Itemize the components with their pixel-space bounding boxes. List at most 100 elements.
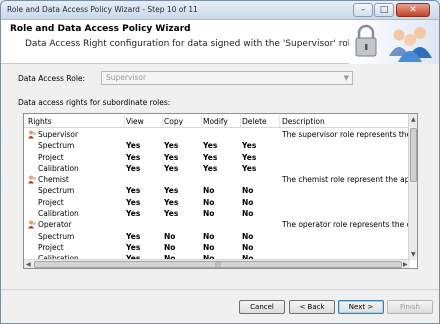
view-value: Yes — [126, 242, 141, 252]
role-icon — [28, 175, 37, 184]
chevron-down-icon: ▼ — [343, 74, 349, 82]
vertical-scroll-thumb[interactable] — [410, 128, 417, 182]
access-rights-label: Data access rights for subordinate roles… — [18, 98, 171, 107]
vertical-scrollbar[interactable]: ▲ ▼ — [408, 114, 417, 260]
column-header-modify[interactable]: Modify — [203, 117, 241, 126]
table-row[interactable]: Calibration Yes Yes Yes Yes — [24, 163, 410, 174]
role-select-value: Supervisor — [106, 73, 147, 82]
header-art — [349, 20, 439, 64]
wizard-window: Role and Data Access Policy Wizard - Ste… — [0, 0, 440, 324]
grid-rows: Supervisor The supervisor role represents… — [24, 129, 410, 265]
data-access-role-select[interactable]: Supervisor ▼ — [101, 71, 353, 85]
view-value: Yes — [126, 209, 141, 219]
table-row[interactable]: Spectrum Yes No No No — [24, 231, 410, 242]
header-icons — [355, 24, 432, 62]
delete-value: Yes — [242, 152, 257, 162]
padlock-icon — [355, 24, 377, 57]
next-button[interactable]: Next > — [338, 300, 384, 314]
right-name: Calibration — [38, 163, 79, 173]
cancel-button[interactable]: Cancel — [239, 300, 285, 314]
scroll-down-icon[interactable]: ▼ — [411, 251, 416, 258]
table-row[interactable]: Calibration Yes Yes No No — [24, 208, 410, 219]
role-icon — [28, 220, 37, 229]
view-value: Yes — [126, 231, 141, 241]
modify-value: No — [203, 231, 215, 241]
role-description: The supervisor role represents the super… — [282, 130, 408, 139]
copy-value: Yes — [164, 209, 179, 219]
users-icon — [389, 27, 432, 62]
role-name-cell: Supervisor — [28, 130, 124, 139]
role-name: Supervisor — [38, 130, 79, 139]
role-icon — [28, 130, 37, 139]
delete-value: Yes — [242, 141, 257, 151]
horizontal-scroll-thumb[interactable]: ||| — [34, 261, 402, 268]
table-row[interactable]: Project Yes No No No — [24, 242, 410, 253]
delete-value: No — [242, 231, 254, 241]
finish-button[interactable]: Finish — [387, 300, 433, 314]
title-bar: Role and Data Access Policy Wizard - Ste… — [1, 1, 439, 20]
table-row[interactable]: Spectrum Yes Yes No No — [24, 185, 410, 196]
role-description: The chemist role represent the applicati… — [282, 175, 408, 185]
role-group-row[interactable]: Supervisor The supervisor role represents… — [24, 129, 410, 140]
role-name: Operator — [38, 220, 72, 230]
header-subtitle: Data Access Right configuration for data… — [25, 39, 356, 49]
access-rights-grid[interactable]: Rights View Copy Modify Delete Descripti… — [23, 113, 418, 269]
column-header-rights[interactable]: Rights — [28, 117, 124, 126]
delete-value: Yes — [242, 163, 257, 173]
view-value: Yes — [126, 197, 141, 207]
table-row[interactable]: Project Yes Yes No No — [24, 197, 410, 208]
right-name: Project — [38, 197, 64, 207]
right-name: Spectrum — [38, 141, 75, 151]
close-button[interactable]: ✕ — [396, 3, 430, 17]
copy-value: No — [164, 242, 176, 252]
role-name: Chemist — [38, 175, 69, 185]
role-name-cell: Chemist — [28, 175, 124, 184]
table-row[interactable]: Spectrum Yes Yes Yes Yes — [24, 140, 410, 151]
scroll-up-icon[interactable]: ▲ — [411, 116, 416, 123]
right-name: Project — [38, 242, 64, 252]
role-group-row[interactable]: Chemist The chemist role represent the ap… — [24, 174, 410, 185]
copy-value: Yes — [164, 152, 179, 162]
modify-value: Yes — [203, 141, 218, 151]
footer-divider — [1, 289, 439, 290]
column-header-description[interactable]: Description — [282, 117, 408, 126]
scroll-left-icon[interactable]: ◀ — [26, 261, 31, 268]
right-name: Calibration — [38, 209, 79, 219]
delete-value: No — [242, 186, 254, 196]
copy-value: Yes — [164, 163, 179, 173]
column-header-view[interactable]: View — [126, 117, 164, 126]
role-group-row[interactable]: Operator The operator role represents the… — [24, 219, 410, 230]
delete-value: No — [242, 197, 254, 207]
horizontal-scrollbar[interactable]: ◀ ||| ▶ — [24, 259, 410, 268]
copy-value: Yes — [164, 197, 179, 207]
window-title: Role and Data Access Policy Wizard - Ste… — [7, 5, 198, 14]
minimize-button[interactable]: – — [353, 3, 373, 17]
right-name: Spectrum — [38, 231, 75, 241]
view-value: Yes — [126, 163, 141, 173]
role-description: The operator role represents the default… — [282, 220, 408, 230]
modify-value: No — [203, 186, 215, 196]
data-access-role-label: Data Access Role: — [18, 74, 86, 83]
modify-value: No — [203, 242, 215, 252]
column-header-delete[interactable]: Delete — [242, 117, 280, 126]
right-name: Spectrum — [38, 186, 75, 196]
back-button[interactable]: < Back — [289, 300, 335, 314]
modify-value: Yes — [203, 163, 218, 173]
view-value: Yes — [126, 141, 141, 151]
grid-header: Rights View Copy Modify Delete Descripti… — [24, 114, 410, 128]
modify-value: No — [203, 197, 215, 207]
copy-value: Yes — [164, 186, 179, 196]
delete-value: No — [242, 209, 254, 219]
copy-value: Yes — [164, 141, 179, 151]
view-value: Yes — [126, 186, 141, 196]
maximize-button[interactable]: □ — [374, 3, 394, 17]
modify-value: Yes — [203, 152, 218, 162]
copy-value: No — [164, 231, 176, 241]
view-value: Yes — [126, 152, 141, 162]
delete-value: No — [242, 242, 254, 252]
column-header-copy[interactable]: Copy — [164, 117, 202, 126]
role-name-cell: Operator — [28, 220, 124, 229]
modify-value: No — [203, 209, 215, 219]
scroll-right-icon[interactable]: ▶ — [403, 261, 408, 268]
table-row[interactable]: Project Yes Yes Yes Yes — [24, 152, 410, 163]
